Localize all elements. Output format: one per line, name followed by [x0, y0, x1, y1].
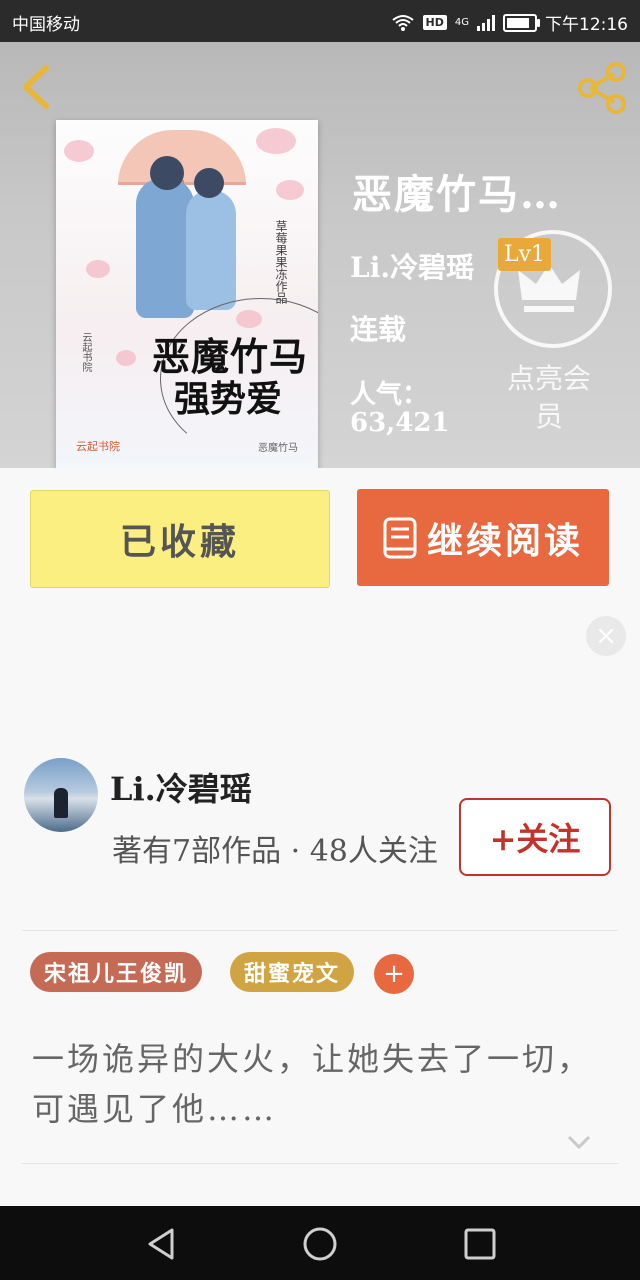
continue-reading-label: 继续阅读 [426, 519, 583, 562]
share-icon [578, 62, 626, 114]
author-meta: 著有7部作品 · 48人关注 [112, 834, 438, 869]
author-level-badge: Lv1 [498, 238, 552, 271]
wifi-icon [391, 14, 414, 31]
status-icons: HD 4G 下午12:16 [391, 10, 628, 35]
avatar-figure [54, 788, 68, 818]
author-name[interactable]: Li.冷碧瑶 [110, 764, 252, 810]
chevron-down-icon[interactable] [566, 1134, 592, 1150]
blossom-decoration [64, 140, 94, 162]
clock: 下午12:16 [545, 15, 628, 35]
book-cover[interactable]: 草莓果果冻作品 云起书院 恶魔竹马 强势爱 云起书院 恶魔竹马 [56, 120, 318, 468]
back-button[interactable] [14, 62, 64, 112]
figure-head [150, 156, 184, 190]
book-header: 草莓果果冻作品 云起书院 恶魔竹马 强势爱 云起书院 恶魔竹马 恶魔竹马… Li… [0, 42, 640, 468]
cover-title-line2: 强势爱 [174, 378, 283, 420]
system-nav-bar [0, 1206, 640, 1280]
add-tag-button[interactable]: + [374, 954, 414, 994]
book-detail-panel: 已收藏 继续阅读 × Li.冷碧瑶 著有7部作品 · 48人关注 +关注 宋祖儿… [0, 468, 640, 1206]
share-button[interactable] [574, 60, 630, 116]
figure-head [194, 168, 224, 198]
chevron-left-icon [23, 65, 49, 109]
book-synopsis: 一场诡异的大火，让她失去了一切，可遇见了他…… [32, 1040, 593, 1128]
cover-footer: 恶魔竹马 [258, 443, 298, 454]
close-button[interactable]: × [586, 616, 626, 656]
cover-publisher: 云起书院 [80, 332, 91, 372]
triangle-back-icon[interactable] [142, 1224, 182, 1264]
figure-illustration [186, 190, 236, 310]
network-type: 4G [454, 17, 469, 28]
book-title: 恶魔竹马… [352, 171, 562, 218]
tag-chip[interactable]: 宋祖儿王俊凯 [30, 952, 203, 992]
book-icon [383, 517, 417, 558]
blossom-decoration [256, 128, 296, 154]
battery-level [507, 17, 529, 28]
blossom-decoration [116, 350, 136, 366]
divider [22, 1163, 618, 1164]
book-author[interactable]: Li.冷碧瑶 [350, 246, 474, 286]
collected-button[interactable]: 已收藏 [30, 490, 330, 588]
book-status: 连载 [350, 313, 407, 346]
divider [22, 930, 618, 931]
continue-reading-button[interactable]: 继续阅读 [357, 489, 609, 586]
circle-home-icon[interactable] [300, 1224, 340, 1264]
status-bar: 中国移动 HD 4G 下午12:16 [0, 0, 640, 42]
tag-chip[interactable]: 甜蜜宠文 [230, 952, 355, 992]
blossom-decoration [86, 260, 110, 278]
popularity-label: 人气： [350, 380, 429, 410]
author-avatar[interactable] [24, 758, 98, 832]
carrier-label: 中国移动 [12, 15, 80, 35]
follow-button[interactable]: +关注 [459, 798, 611, 876]
cover-author: 草莓果果冻作品 [274, 220, 288, 304]
battery-icon [503, 13, 540, 32]
hd-badge: HD [422, 15, 447, 30]
blossom-decoration [276, 180, 304, 200]
vip-label[interactable]: 点亮会员 [504, 360, 594, 436]
popularity-value: 63,421 [350, 408, 450, 438]
cover-brand: 云起书院 [76, 440, 120, 453]
signal-icon [477, 14, 495, 31]
square-recent-icon[interactable] [460, 1224, 500, 1264]
